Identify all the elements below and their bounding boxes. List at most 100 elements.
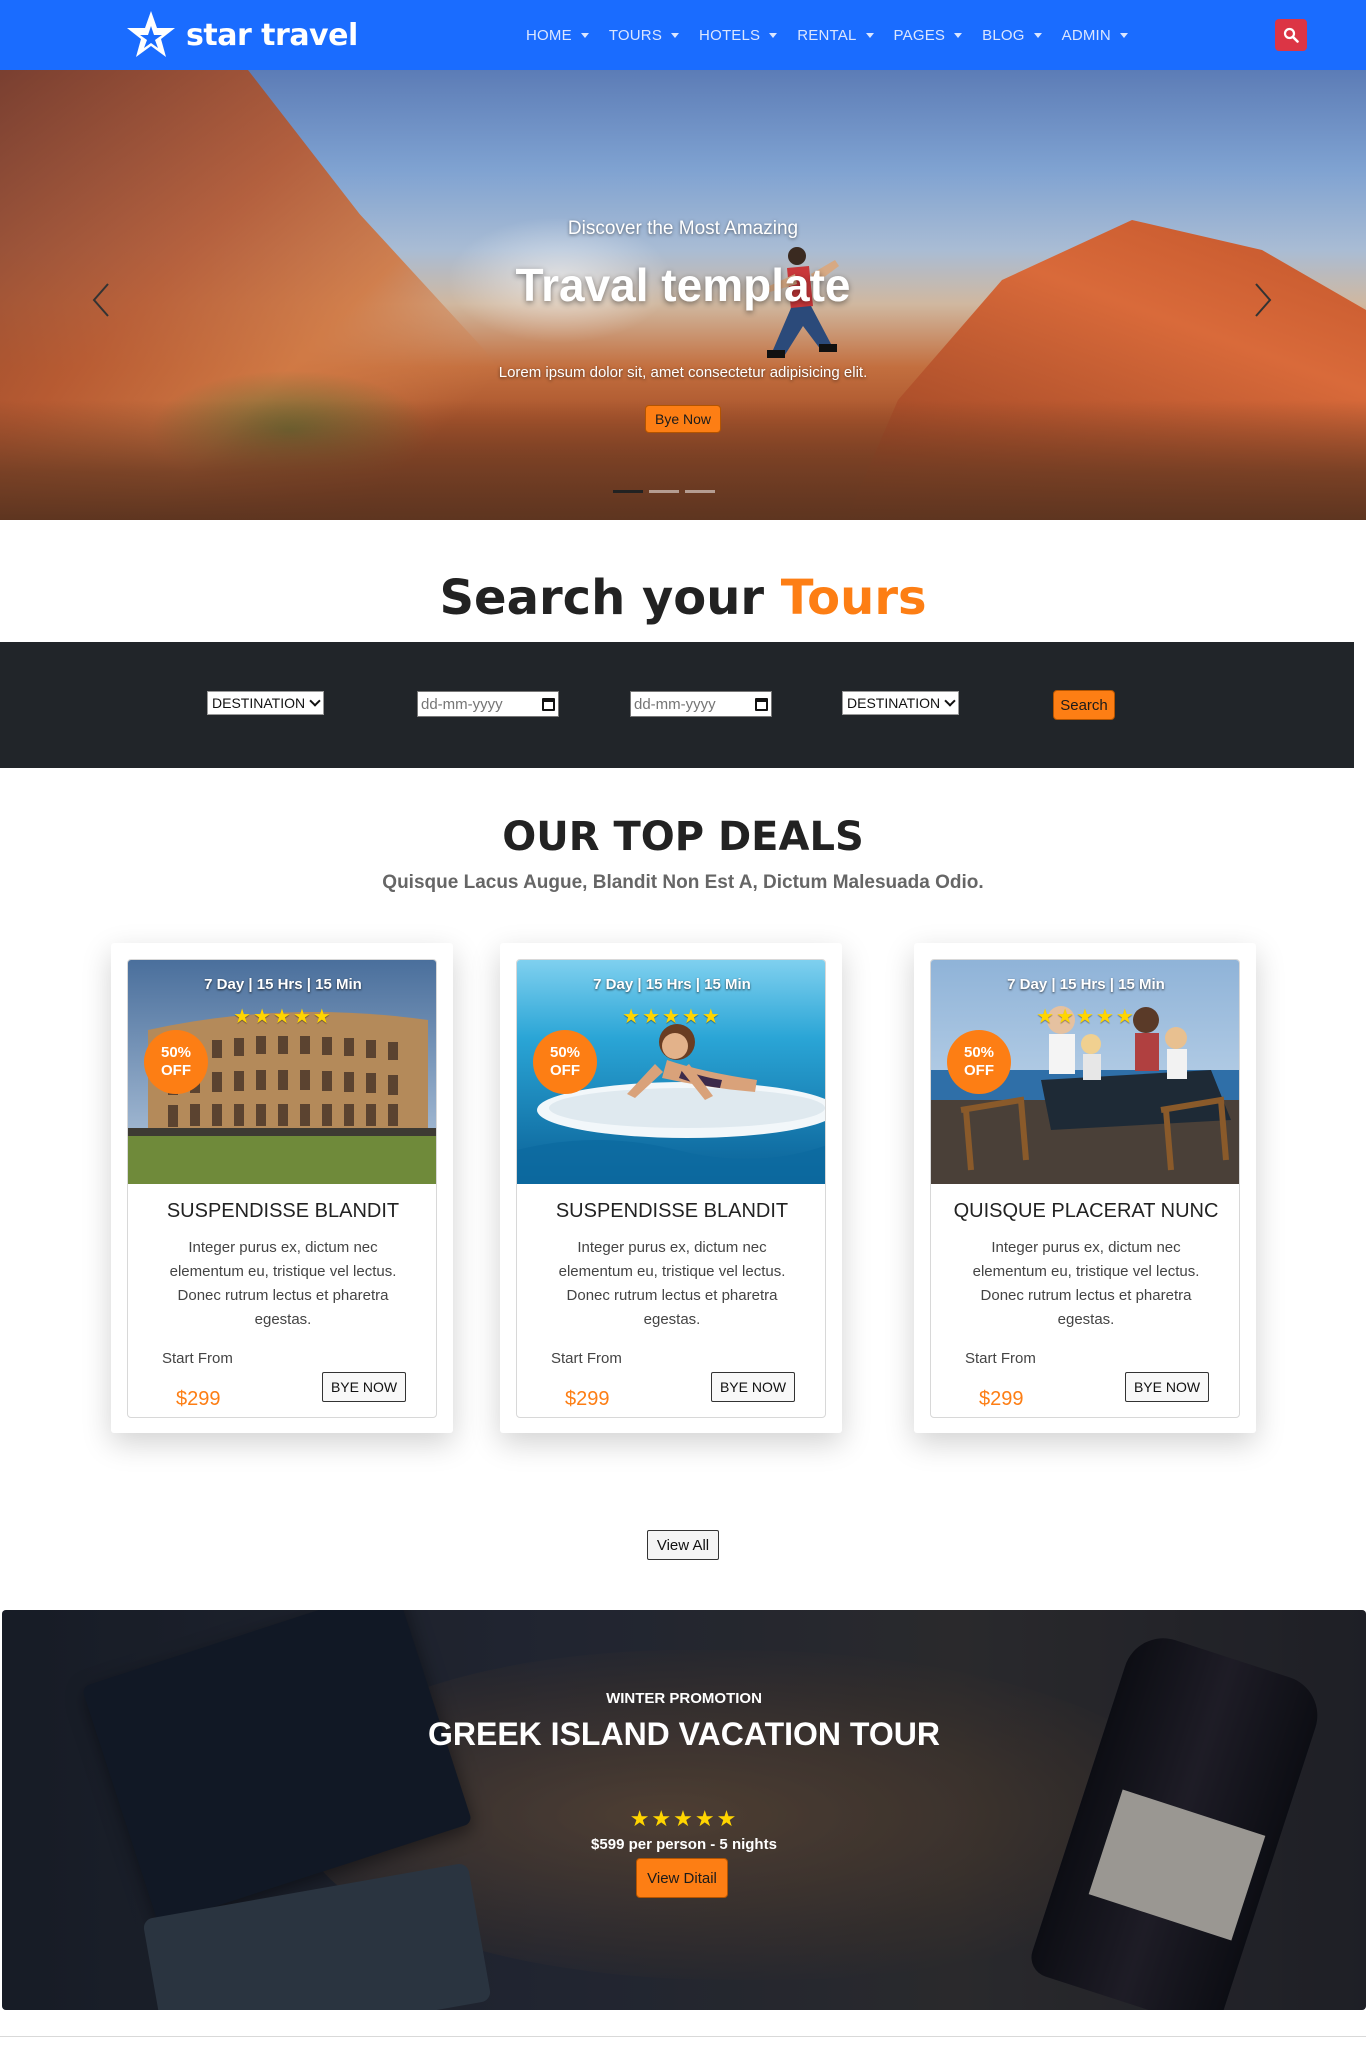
carousel-indicator[interactable] xyxy=(685,490,715,493)
carousel-prev-icon[interactable] xyxy=(90,280,114,320)
deal-name[interactable]: SUSPENDISSE BLANDIT xyxy=(128,1200,436,1223)
discount-badge: 50% OFF xyxy=(533,1030,597,1094)
brand-logo[interactable]: star travel xyxy=(124,8,358,62)
deals-subtitle: Quisque Lacus Augue, Blandit Non Est A, … xyxy=(382,872,984,893)
deals-title: OUR TOP DEALS xyxy=(502,814,864,860)
destination-to-select[interactable]: DESTINATION xyxy=(842,691,960,715)
deal-price: $299 xyxy=(979,1388,1024,1410)
nav-admin[interactable]: ADMIN xyxy=(1052,27,1138,44)
deal-buy-button[interactable]: BYE NOW xyxy=(711,1372,795,1402)
discount-badge: 50% OFF xyxy=(144,1030,208,1094)
view-all-button[interactable]: View All xyxy=(647,1530,719,1560)
deal-buy-button[interactable]: BYE NOW xyxy=(1125,1372,1209,1402)
discount-off: OFF xyxy=(161,1062,191,1079)
deal-description: Integer purus ex, dictum nec elementum e… xyxy=(972,1239,1200,1328)
date-to-placeholder: dd-mm-yyyy xyxy=(634,695,716,713)
discount-percent: 50% xyxy=(549,1044,581,1061)
nav-tours[interactable]: TOURS xyxy=(599,27,689,44)
deal-price: $299 xyxy=(565,1388,610,1410)
star-rating-icon: ★★★★★ xyxy=(629,1806,739,1831)
deal-description: Integer purus ex, dictum nec elementum e… xyxy=(169,1239,397,1328)
deal-card-inner: 7 Day | 15 Hrs | 15 Min ★★★★★ 50% OFF QU… xyxy=(930,959,1240,1418)
promo-banner: WINTER PROMOTION GREEK ISLAND VACATION T… xyxy=(2,1610,1366,2010)
deal-card: 7 Day | 15 Hrs | 15 Min ★★★★★ 50% OFF SU… xyxy=(500,943,842,1433)
nav-rental-label: RENTAL xyxy=(797,26,857,44)
deal-card: 7 Day | 15 Hrs | 15 Min ★★★★★ 50% OFF QU… xyxy=(914,943,1256,1433)
deal-image-surfer[interactable]: 7 Day | 15 Hrs | 15 Min ★★★★★ 50% OFF xyxy=(517,960,825,1184)
chevron-down-icon xyxy=(944,695,956,707)
destination-from-value: DESTINATION xyxy=(212,695,306,711)
star-rating-icon: ★★★★★ xyxy=(622,1006,722,1028)
search-icon xyxy=(1283,27,1299,43)
discount-off: OFF xyxy=(550,1062,580,1079)
chevron-down-icon xyxy=(1033,32,1042,38)
deal-card-inner: 7 Day | 15 Hrs | 15 Min ★★★★★ 50% OFF SU… xyxy=(516,959,826,1418)
chevron-down-icon xyxy=(954,32,963,38)
carousel-indicator[interactable] xyxy=(613,490,643,493)
deal-description: Integer purus ex, dictum nec elementum e… xyxy=(558,1239,786,1328)
hero-buy-button[interactable]: Bye Now xyxy=(645,405,721,433)
chevron-down-icon xyxy=(309,695,321,707)
hero-title: Traval template xyxy=(515,259,851,311)
nav-hotels[interactable]: HOTELS xyxy=(689,27,787,44)
main-menu: HOME TOURS HOTELS RENTAL PAGES BLOG ADMI… xyxy=(516,0,1138,70)
promo-price: $599 per person - 5 nights xyxy=(591,1836,777,1853)
hero-carousel: Discover the Most Amazing Traval templat… xyxy=(0,70,1366,520)
hero-pretitle: Discover the Most Amazing xyxy=(567,218,799,239)
deal-card-inner: 7 Day | 15 Hrs | 15 Min ★★★★★ 50% OFF SU… xyxy=(127,959,437,1418)
nav-tours-label: TOURS xyxy=(608,26,663,44)
destination-to-value: DESTINATION xyxy=(847,695,941,711)
date-to-input[interactable]: dd-mm-yyyy xyxy=(630,691,772,717)
nav-blog[interactable]: BLOG xyxy=(972,27,1051,44)
tour-search-bar: DESTINATION dd-mm-yyyy dd-mm-yyyy DESTIN… xyxy=(0,642,1354,768)
calendar-icon[interactable] xyxy=(755,697,768,711)
search-heading: Search your Tours xyxy=(0,570,1366,626)
deal-price: $299 xyxy=(176,1388,221,1410)
chevron-down-icon xyxy=(1119,32,1128,38)
nav-home[interactable]: HOME xyxy=(516,27,599,44)
destination-from-select[interactable]: DESTINATION xyxy=(207,691,325,715)
nav-pages[interactable]: PAGES xyxy=(884,27,973,44)
deal-duration: 7 Day | 15 Hrs | 15 Min xyxy=(1007,976,1165,993)
deal-start-label: Start From xyxy=(162,1350,233,1367)
chevron-down-icon xyxy=(769,32,778,38)
nav-blog-label: BLOG xyxy=(982,26,1025,44)
star-logo-icon xyxy=(127,11,175,57)
promo-title: GREEK ISLAND VACATION TOUR xyxy=(427,1716,940,1752)
deal-buy-button[interactable]: BYE NOW xyxy=(322,1372,406,1402)
nav-admin-label: ADMIN xyxy=(1061,26,1111,44)
deal-image-colosseum[interactable]: 7 Day | 15 Hrs | 15 Min ★★★★★ 50% OFF xyxy=(128,960,436,1184)
chevron-down-icon xyxy=(671,32,680,38)
discount-badge: 50% OFF xyxy=(947,1030,1011,1094)
deal-name[interactable]: QUISQUE PLACERAT NUNC xyxy=(931,1200,1239,1223)
star-rating-icon: ★★★★★ xyxy=(233,1006,333,1028)
discount-off: OFF xyxy=(964,1062,994,1079)
promo-kicker: WINTER PROMOTION xyxy=(606,1690,762,1707)
nav-hotels-label: HOTELS xyxy=(699,26,761,44)
navbar: star travel HOME TOURS HOTELS RENTAL PAG… xyxy=(0,0,1366,70)
chevron-down-icon xyxy=(865,32,874,38)
nav-pages-label: PAGES xyxy=(893,26,946,44)
deal-duration: 7 Day | 15 Hrs | 15 Min xyxy=(593,976,751,993)
nav-home-label: HOME xyxy=(526,26,572,44)
deal-start-label: Start From xyxy=(551,1350,622,1367)
deal-name[interactable]: SUSPENDISSE BLANDIT xyxy=(517,1200,825,1223)
deal-image-family-dinner[interactable]: 7 Day | 15 Hrs | 15 Min ★★★★★ 50% OFF xyxy=(931,960,1239,1184)
carousel-next-icon[interactable] xyxy=(1250,280,1274,320)
nav-rental[interactable]: RENTAL xyxy=(787,27,883,44)
carousel-indicators xyxy=(613,490,715,493)
promo-view-detail-button[interactable]: View Ditail xyxy=(636,1858,728,1898)
deal-start-label: Start From xyxy=(965,1350,1036,1367)
date-from-input[interactable]: dd-mm-yyyy xyxy=(417,691,559,717)
calendar-icon[interactable] xyxy=(542,697,555,711)
discount-percent: 50% xyxy=(963,1044,995,1061)
search-heading-main: Search your xyxy=(439,570,765,626)
deal-card: 7 Day | 15 Hrs | 15 Min ★★★★★ 50% OFF SU… xyxy=(111,943,453,1433)
hero-description: Lorem ipsum dolor sit, amet consectetur … xyxy=(498,364,868,381)
search-button[interactable] xyxy=(1275,19,1307,51)
section-divider xyxy=(0,2036,1366,2037)
discount-percent: 50% xyxy=(160,1044,192,1061)
carousel-indicator[interactable] xyxy=(649,490,679,493)
search-submit-button[interactable]: Search xyxy=(1053,690,1115,720)
date-from-placeholder: dd-mm-yyyy xyxy=(421,695,503,713)
